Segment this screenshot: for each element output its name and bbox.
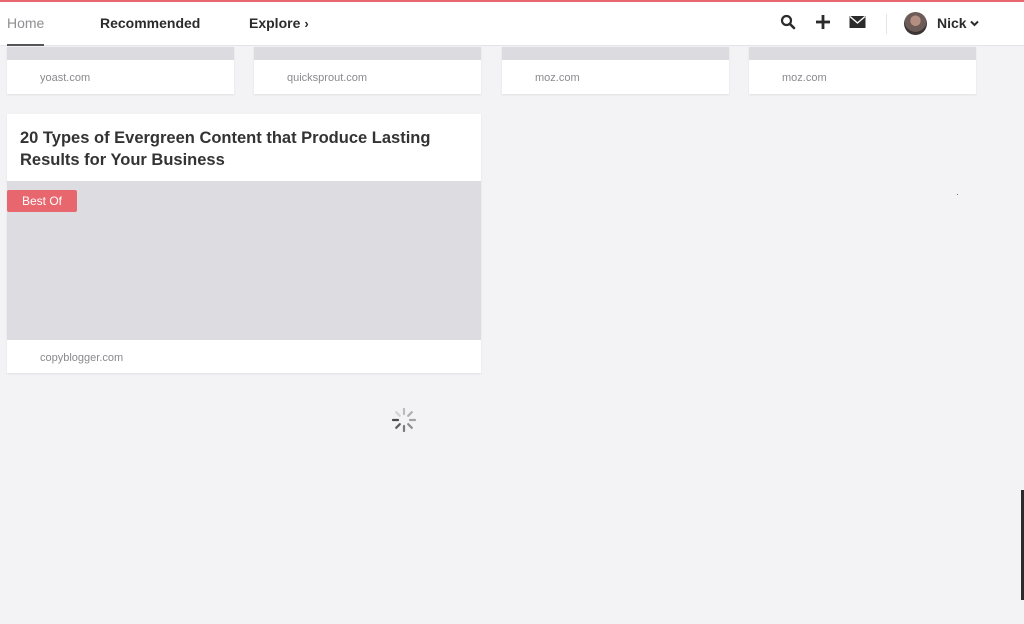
avatar[interactable]	[904, 12, 927, 35]
nav-home-link[interactable]: Home	[7, 15, 44, 31]
card-source[interactable]: moz.com	[782, 72, 827, 84]
nav-explore-label: Explore	[249, 15, 301, 31]
nav-divider	[886, 14, 887, 34]
mail-icon[interactable]	[849, 15, 866, 29]
article-card[interactable]: quicksprout.com	[254, 47, 481, 94]
nav-active-underline	[7, 44, 44, 46]
chevron-down-icon[interactable]	[970, 20, 979, 27]
nav-explore-link[interactable]: Explore ›	[249, 15, 309, 31]
stray-dot	[957, 194, 958, 195]
card-image	[254, 47, 481, 60]
article-title[interactable]: 20 Types of Evergreen Content that Produ…	[20, 127, 460, 171]
best-of-badge: Best Of	[7, 190, 77, 212]
featured-article-card: 20 Types of Evergreen Content that Produ…	[7, 114, 481, 373]
chevron-right-icon: ›	[304, 16, 309, 31]
plus-icon[interactable]	[815, 14, 831, 30]
card-image	[7, 47, 234, 60]
nav-recommended-link[interactable]: Recommended	[100, 15, 200, 31]
card-image	[749, 47, 976, 60]
article-card[interactable]: moz.com	[502, 47, 729, 94]
card-source[interactable]: moz.com	[535, 72, 580, 84]
user-name[interactable]: Nick	[937, 15, 967, 31]
article-card[interactable]: moz.com	[749, 47, 976, 94]
article-image[interactable]	[7, 181, 481, 340]
article-card[interactable]: yoast.com	[7, 47, 234, 94]
card-source[interactable]: quicksprout.com	[287, 72, 367, 84]
loading-spinner-icon	[391, 407, 417, 433]
search-icon[interactable]	[780, 14, 796, 30]
card-image	[502, 47, 729, 60]
card-source[interactable]: yoast.com	[40, 72, 90, 84]
card-source[interactable]: copyblogger.com	[40, 352, 123, 364]
top-navbar: Home Recommended Explore › Nick	[0, 2, 1024, 46]
